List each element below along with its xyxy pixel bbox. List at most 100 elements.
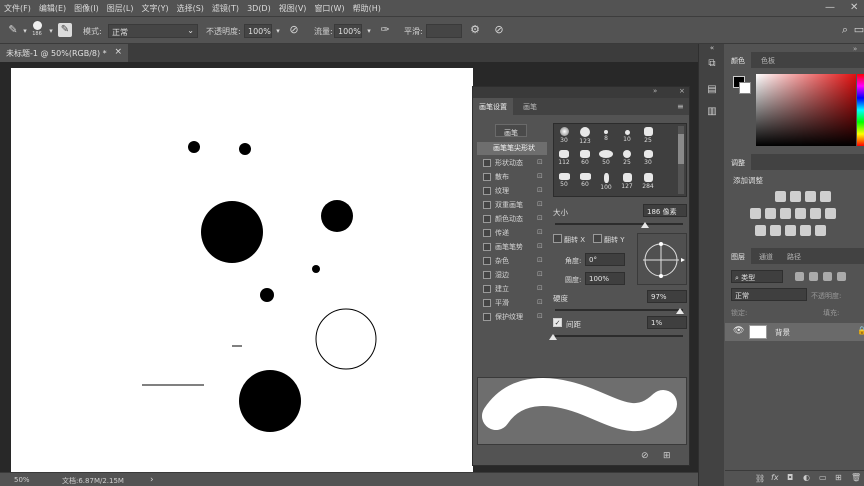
checkbox[interactable] — [483, 201, 491, 209]
filter-type-icon[interactable] — [823, 272, 832, 281]
option-protect-texture[interactable]: 保护纹理 ⊡ — [479, 311, 549, 324]
lock-icon[interactable]: ⊡ — [537, 200, 543, 208]
blend-mode-select[interactable]: 正常 — [731, 288, 807, 301]
flow-field[interactable]: 100% — [334, 24, 362, 38]
checkbox[interactable] — [483, 173, 491, 181]
option-dual-brush[interactable]: 双重画笔 ⊡ — [479, 199, 549, 212]
scrollbar-thumb[interactable] — [678, 134, 684, 164]
pressure-size-icon[interactable]: ⊘ — [492, 23, 506, 37]
document-canvas[interactable] — [11, 68, 473, 472]
spacing-checkbox[interactable]: ✓ — [553, 318, 562, 327]
brush-tip[interactable]: 123 — [575, 125, 595, 149]
new-adjustment-icon[interactable]: ◐ — [803, 473, 810, 482]
brush-tip[interactable]: 30 — [554, 125, 574, 149]
option-build-up[interactable]: 建立 ⊡ — [479, 283, 549, 296]
tab-brush-settings[interactable]: 画笔设置 — [473, 98, 513, 115]
checkbox[interactable] — [483, 271, 491, 279]
tip-grid-scrollbar[interactable] — [678, 126, 684, 194]
tab-color[interactable]: 颜色 — [725, 52, 751, 68]
gradient-map-icon[interactable] — [815, 225, 826, 236]
hardness-slider-handle[interactable] — [676, 308, 684, 314]
menu-view[interactable]: 视图(V) — [275, 0, 311, 14]
size-slider-handle[interactable] — [641, 222, 649, 228]
zoom-readout[interactable]: 50% — [14, 476, 30, 484]
brush-tip[interactable]: 30 — [638, 148, 658, 172]
filter-adjust-icon[interactable] — [809, 272, 818, 281]
new-group-icon[interactable]: ▭ — [819, 473, 827, 482]
mode-select[interactable]: 正常 ⌄ — [108, 24, 198, 38]
panel-title-bar[interactable]: » × — [473, 87, 689, 98]
lock-icon[interactable]: ⊡ — [537, 228, 543, 236]
new-layer-icon[interactable]: ⊞ — [835, 473, 842, 482]
spacing-slider[interactable] — [555, 335, 683, 337]
checkbox[interactable] — [483, 229, 491, 237]
tab-swatches[interactable]: 色板 — [755, 52, 781, 68]
brush-tip[interactable]: 10 — [617, 125, 637, 149]
lock-icon[interactable]: ⊡ — [537, 158, 543, 166]
link-layers-icon[interactable]: ⛓ — [755, 474, 765, 483]
minimize-button[interactable]: — — [825, 2, 835, 13]
selective-color-icon[interactable] — [800, 225, 811, 236]
brush-tip[interactable]: 127 — [617, 171, 637, 195]
invert-icon[interactable] — [755, 225, 766, 236]
brush-tip[interactable]: 112 — [554, 148, 574, 172]
brush-tip[interactable]: 284 — [638, 171, 658, 195]
black-white-icon[interactable] — [795, 208, 806, 219]
brush-tip[interactable]: 8 — [596, 125, 616, 149]
curves-icon[interactable] — [805, 191, 816, 202]
tip-shape-item[interactable]: 画笔笔尖形状 — [477, 142, 547, 155]
collapse-panel-icon[interactable]: » — [653, 87, 657, 95]
checkbox[interactable] — [483, 257, 491, 265]
checkbox[interactable] — [483, 313, 491, 321]
photo-filter-icon[interactable] — [810, 208, 821, 219]
filter-pixel-icon[interactable] — [795, 272, 804, 281]
close-window-button[interactable]: ✕ — [850, 2, 858, 13]
checkbox[interactable] — [483, 285, 491, 293]
filter-shape-icon[interactable] — [837, 272, 846, 281]
opacity-field[interactable]: 100% — [244, 24, 272, 38]
menu-help[interactable]: 帮助(H) — [349, 0, 385, 14]
brush-tip-grid[interactable]: 30 123 8 10 25 112 60 50 25 30 50 60 100… — [553, 123, 687, 197]
tab-paths[interactable]: 路径 — [781, 248, 807, 264]
pressure-opacity-icon[interactable]: ⊘ — [287, 23, 301, 37]
checkbox[interactable] — [483, 159, 491, 167]
threshold-icon[interactable] — [785, 225, 796, 236]
menu-edit[interactable]: 编辑(E) — [35, 0, 70, 14]
brushes-button[interactable]: 画笔 — [495, 124, 527, 137]
workspace-icon[interactable]: ▭ — [852, 23, 864, 37]
checkbox[interactable] — [483, 243, 491, 251]
new-brush-icon[interactable]: ⊞ — [663, 451, 671, 461]
angle-field[interactable]: 0° — [585, 253, 625, 266]
trash-icon[interactable]: 🗑 — [851, 473, 861, 482]
brushes-panel-icon[interactable]: ▥ — [705, 106, 719, 120]
fx-icon[interactable]: fx — [771, 473, 779, 482]
gear-icon[interactable]: ⚙ — [468, 23, 482, 37]
brush-tip[interactable]: 25 — [617, 148, 637, 172]
color-field[interactable] — [756, 74, 856, 146]
document-tab[interactable]: 未标题-1 @ 50%(RGB/8) * × — [0, 44, 128, 62]
flow-dropdown-icon[interactable]: ▾ — [362, 27, 376, 41]
size-field[interactable]: 186 像素 — [643, 204, 687, 217]
brush-settings-toggle-button[interactable]: ✎ — [58, 23, 72, 37]
brightness-contrast-icon[interactable] — [775, 191, 786, 202]
spacing-slider-handle[interactable] — [549, 334, 557, 340]
exposure-icon[interactable] — [820, 191, 831, 202]
brush-tip[interactable]: 60 — [575, 171, 595, 195]
option-transfer[interactable]: 传递 ⊡ — [479, 227, 549, 240]
close-tab-button[interactable]: × — [114, 47, 122, 57]
spacing-field[interactable]: 1% — [647, 316, 687, 329]
menu-window[interactable]: 窗口(W) — [310, 0, 348, 14]
roundness-field[interactable]: 100% — [585, 272, 625, 285]
lock-icon[interactable]: ⊡ — [537, 172, 543, 180]
lock-icon[interactable]: ⊡ — [537, 312, 543, 320]
option-brush-pose[interactable]: 画笔笔势 ⊡ — [479, 241, 549, 254]
search-icon[interactable]: ⌕ — [838, 23, 852, 37]
menu-layer[interactable]: 图层(L) — [103, 0, 138, 14]
brush-settings-panel-icon[interactable]: ▤ — [705, 84, 719, 98]
menu-filter[interactable]: 滤镜(T) — [208, 0, 243, 14]
levels-icon[interactable] — [790, 191, 801, 202]
eye-toggle-icon[interactable]: ⊘ — [641, 451, 649, 461]
close-panel-icon[interactable]: × — [679, 87, 685, 95]
hardness-slider[interactable] — [555, 309, 683, 311]
hue-slider[interactable] — [857, 74, 864, 146]
